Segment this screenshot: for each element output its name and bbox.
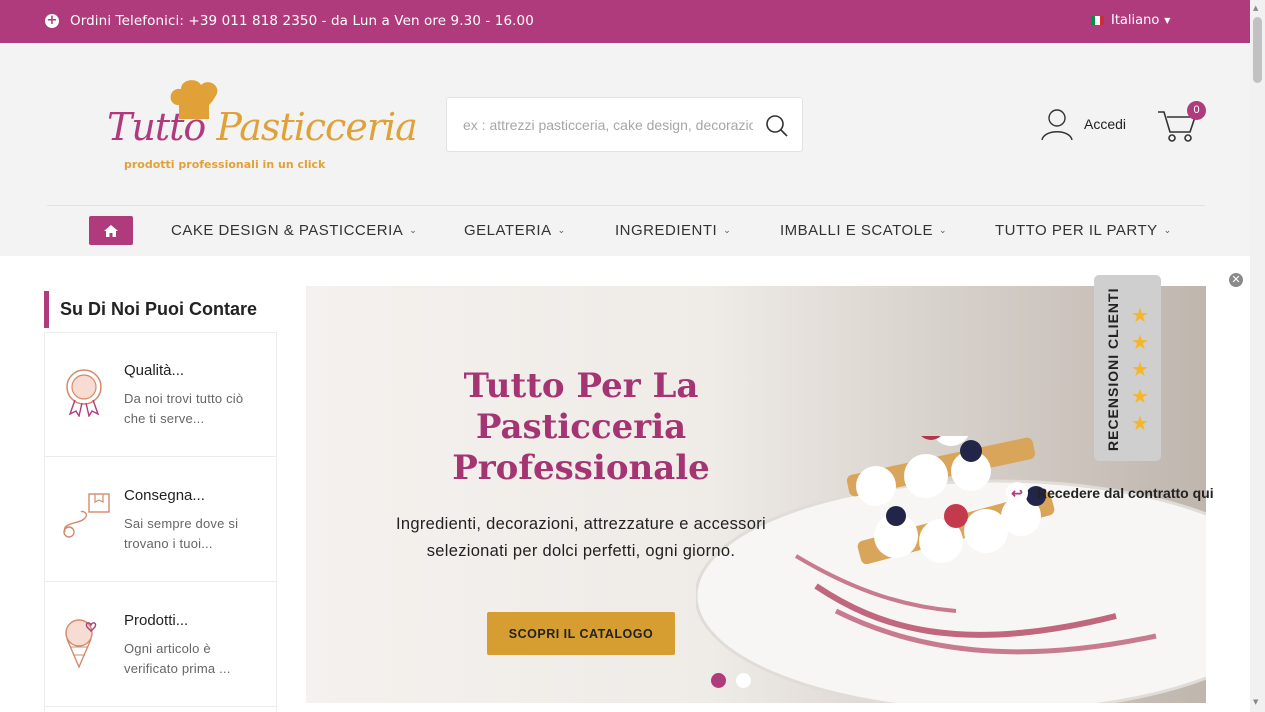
delivery-box-icon	[63, 493, 110, 538]
account-label: Accedi	[1084, 116, 1127, 132]
banner-heading: Tutto Per La Pasticceria Professionale	[452, 366, 710, 488]
sidebar-title: Su Di Noi Puoi Contare	[44, 291, 277, 328]
logo-wordmark: Tutto Pasticceria	[107, 105, 418, 149]
cart-button[interactable]: 0	[1157, 101, 1206, 148]
review-stars: ★ ★ ★ ★ ★	[1131, 302, 1149, 437]
search-input[interactable]	[463, 115, 753, 135]
close-icon[interactable]: ✕	[1227, 271, 1245, 289]
return-arrow-icon: ↩	[1006, 482, 1028, 504]
slide-dot-active[interactable]	[711, 673, 726, 688]
star-icon: ★	[1131, 411, 1149, 435]
home-icon	[104, 224, 118, 237]
plus-circle-icon: +	[45, 13, 59, 28]
scroll-down-icon[interactable]: ▼	[1253, 698, 1258, 706]
feature-name: Prodotti...	[124, 612, 189, 629]
site-logo[interactable]: Tutto Pasticceria prodotti professionali…	[105, 75, 418, 180]
chevron-down-icon: ⌄	[939, 225, 948, 235]
italy-flag-icon	[1091, 16, 1104, 25]
star-icon: ★	[1131, 303, 1149, 327]
feature-item-products[interactable]: Prodotti... Ogni articolo è verificato p…	[45, 583, 276, 707]
scroll-up-icon[interactable]: ▲	[1253, 4, 1258, 12]
feature-desc: Ogni articolo è verificato prima ...	[124, 641, 231, 676]
reviews-widget[interactable]: RECENSIONI CLIENTI ★ ★ ★ ★ ★	[1094, 275, 1161, 461]
page-scrollbar[interactable]: ▲ ▼	[1250, 0, 1265, 712]
star-icon: ★	[1131, 330, 1149, 354]
feature-desc: Da noi trovi tutto ciò che ti serve...	[124, 391, 244, 426]
feature-name: Consegna...	[124, 487, 205, 504]
ice-cream-icon	[65, 619, 97, 669]
feature-desc: Sai sempre dove si trovano i tuoi...	[124, 516, 239, 551]
reviews-label: RECENSIONI CLIENTI	[1105, 287, 1121, 451]
cart-count-badge: 0	[1187, 101, 1206, 120]
top-bar: + Ordini Telefonici: +39 011 818 2350 - …	[0, 0, 1250, 43]
star-icon: ★	[1131, 384, 1149, 408]
phone-info: + Ordini Telefonici: +39 011 818 2350 - …	[45, 13, 534, 29]
slider-dots	[711, 673, 761, 688]
withdraw-label: Recedere dal contratto qui	[1037, 485, 1214, 501]
home-button[interactable]	[89, 216, 133, 245]
account-link[interactable]: Accedi	[1040, 107, 1126, 141]
nav-item-cake-design[interactable]: CAKE DESIGN & PASTICCERIA ⌄	[171, 222, 417, 239]
catalog-button[interactable]: SCOPRI IL CATALOGO	[487, 612, 675, 655]
user-icon	[1041, 109, 1073, 141]
nav-item-imballi[interactable]: IMBALLI E SCATOLE ⌄	[780, 222, 947, 239]
search-box	[446, 97, 803, 152]
feature-item-delivery[interactable]: Consegna... Sai sempre dove si trovano i…	[45, 458, 276, 582]
site-header: Tutto Pasticceria prodotti professionali…	[0, 43, 1250, 256]
chevron-down-icon: ⌄	[1163, 225, 1172, 235]
chevron-down-icon: ⌄	[723, 225, 732, 235]
quality-badge-icon	[66, 369, 102, 417]
banner-subtitle: Ingredienti, decorazioni, attrezzature e…	[396, 515, 766, 560]
chevron-down-icon: ⌄	[557, 225, 566, 235]
main-nav: CAKE DESIGN & PASTICCERIA ⌄ GELATERIA ⌄ IN…	[0, 206, 1250, 256]
scrollbar-thumb[interactable]	[1253, 17, 1262, 83]
nav-item-party[interactable]: TUTTO PER IL PARTY ⌄	[995, 222, 1172, 239]
chevron-down-icon: ▼	[1164, 16, 1171, 25]
trust-sidebar: Su Di Noi Puoi Contare Qualità... Da noi…	[44, 291, 277, 712]
search-icon[interactable]	[765, 114, 789, 138]
nav-item-ingredienti[interactable]: INGREDIENTI ⌄	[615, 222, 731, 239]
withdraw-link[interactable]: ↩ Recedere dal contratto qui	[1006, 482, 1214, 504]
star-icon: ★	[1131, 357, 1149, 381]
nav-item-gelateria[interactable]: GELATERIA ⌄	[464, 222, 566, 239]
logo-tagline: prodotti professionali in un click	[124, 158, 326, 171]
chevron-down-icon: ⌄	[409, 225, 418, 235]
feature-list: Qualità... Da noi trovi tutto ciò che ti…	[44, 332, 277, 712]
feature-name: Qualità...	[124, 362, 185, 379]
phone-text: Ordini Telefonici: +39 011 818 2350 - da…	[70, 13, 534, 29]
slide-dot[interactable]	[736, 673, 751, 688]
language-label: Italiano	[1111, 13, 1160, 28]
feature-item-quality[interactable]: Qualità... Da noi trovi tutto ciò che ti…	[45, 333, 276, 457]
language-selector[interactable]: Italiano ▼	[1091, 13, 1170, 28]
